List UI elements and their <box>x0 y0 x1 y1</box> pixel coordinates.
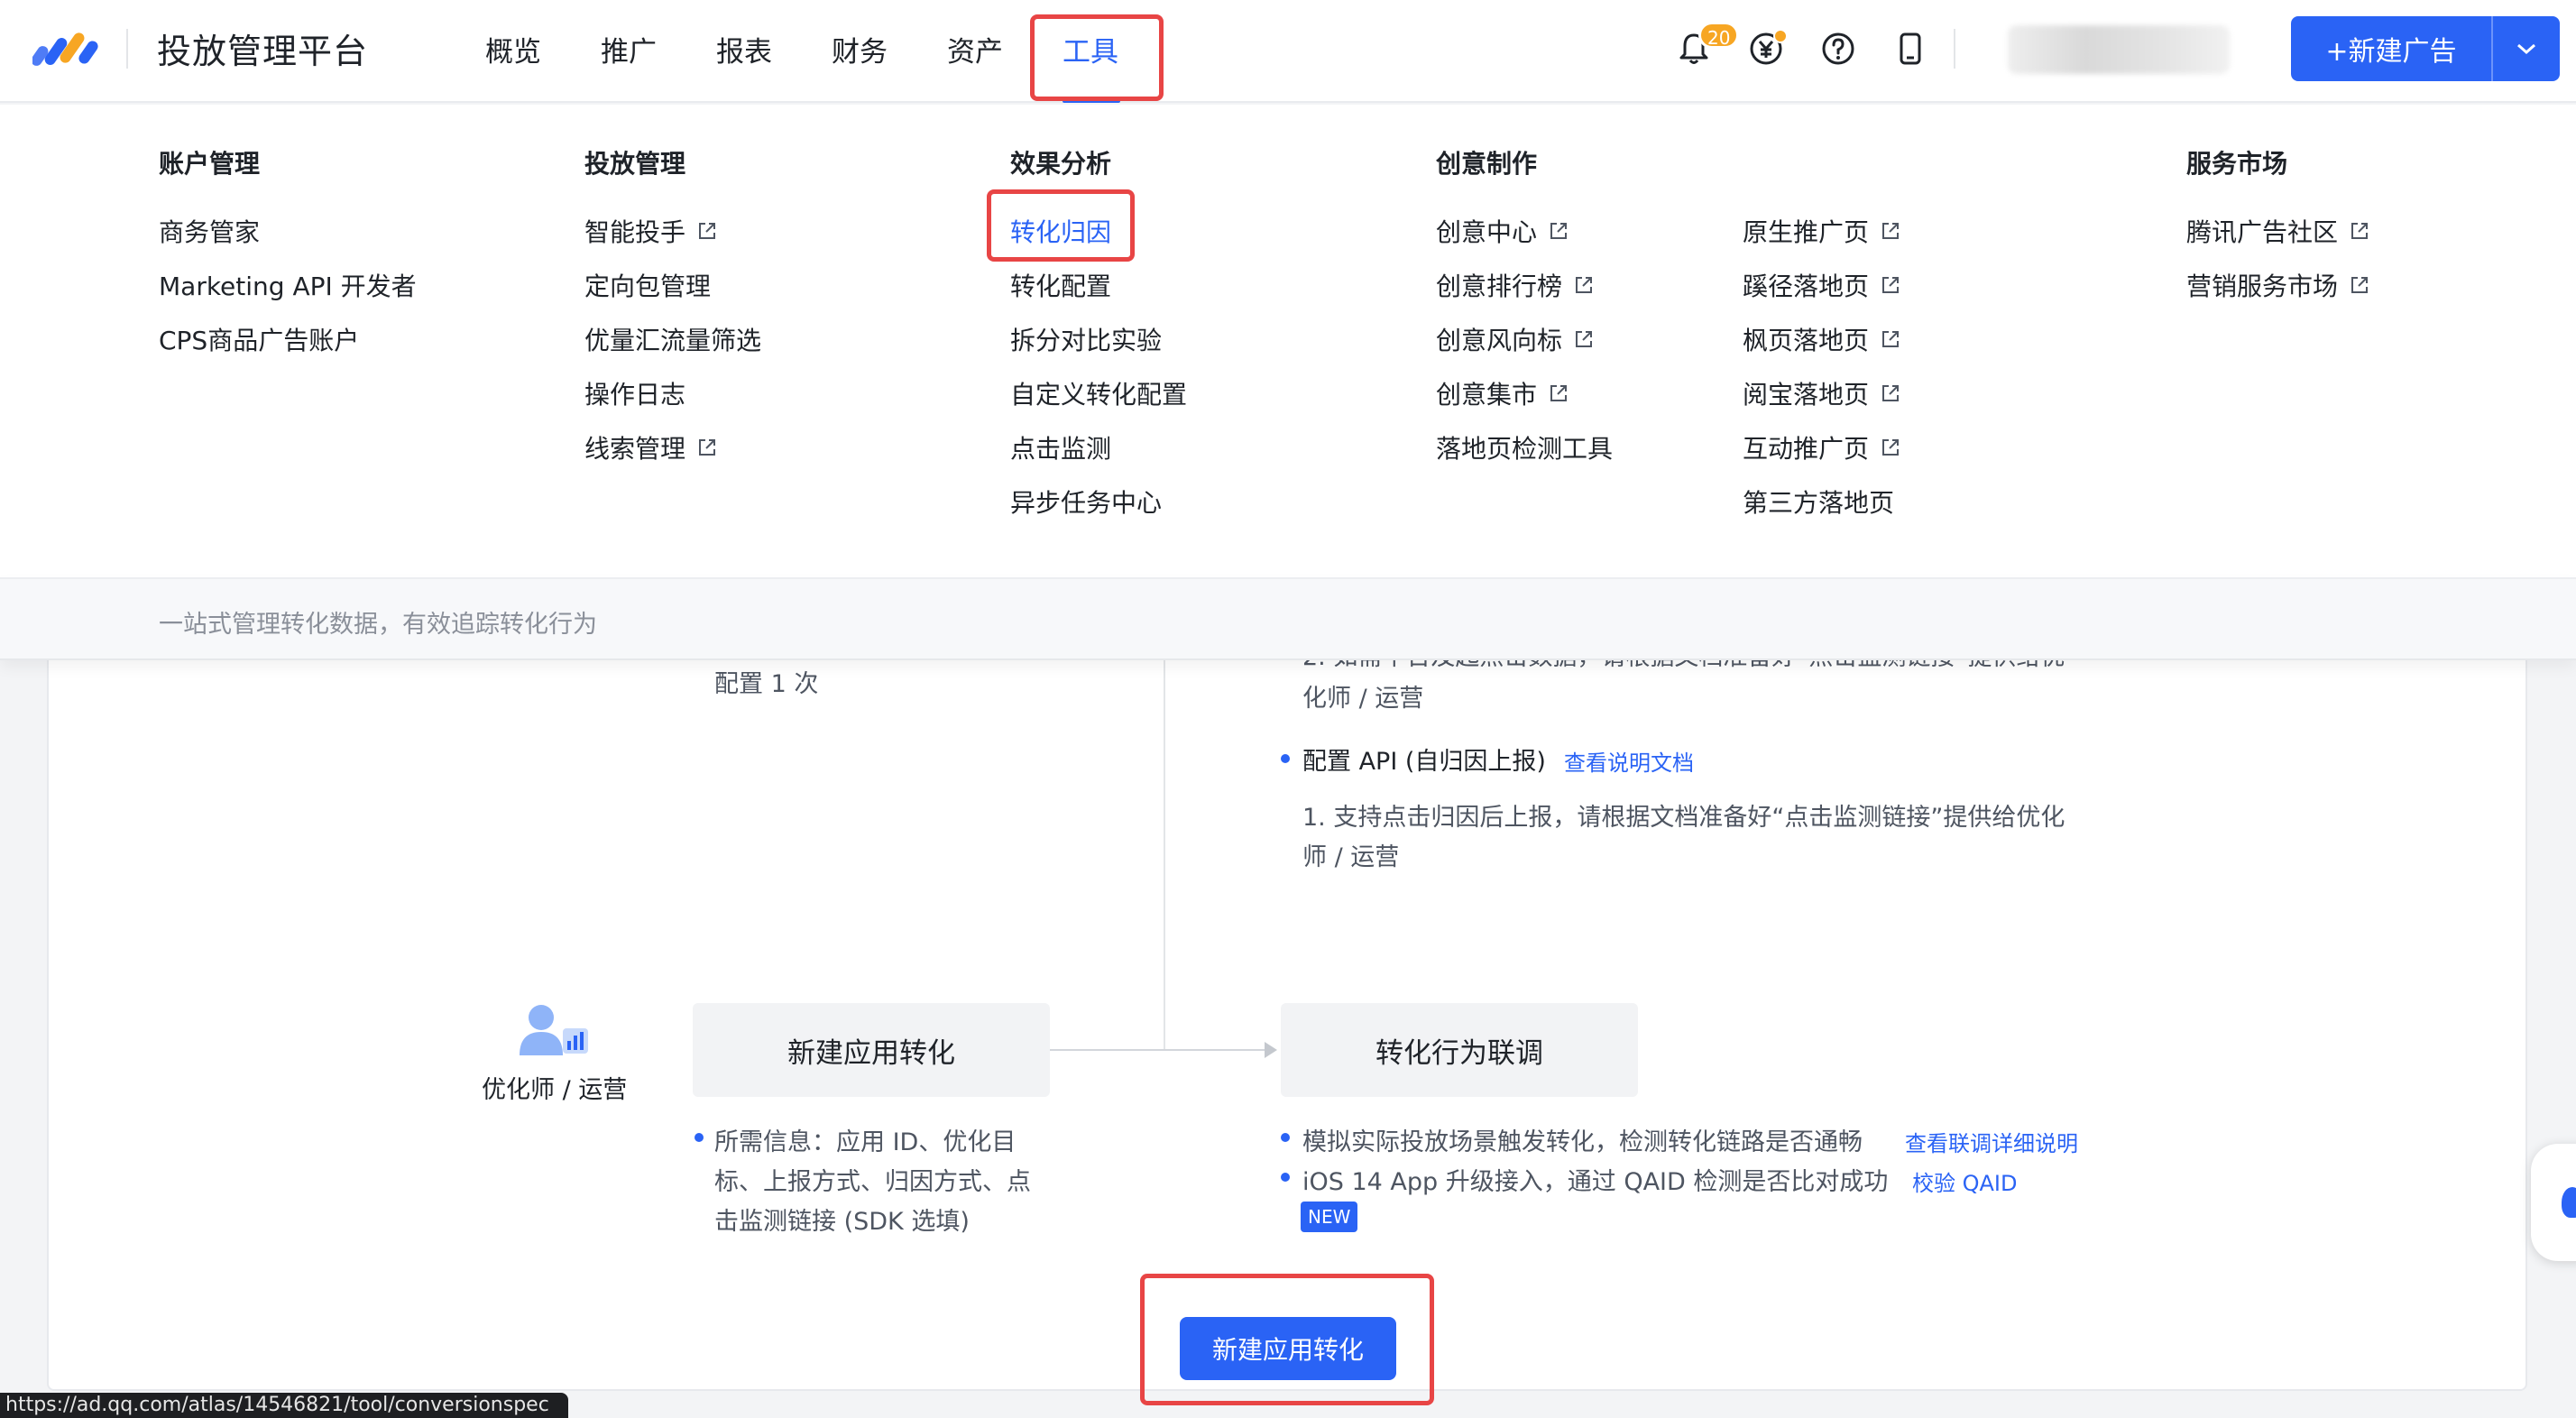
menu-group-account: 账户管理 <box>159 149 261 179</box>
step1-info-line: 击监测链接 (SDK 选填) <box>714 1208 970 1236</box>
external-link-icon <box>1576 331 1593 347</box>
external-link-icon <box>2351 223 2369 239</box>
step2-info-line: iOS 14 App 升级接入，通过 QAID 检测是否比对成功 <box>1302 1168 1889 1196</box>
nav-tools[interactable]: 工具 <box>1063 29 1118 69</box>
menu-group-creative: 创意制作 <box>1436 149 1538 179</box>
nav-promotion[interactable]: 推广 <box>601 29 657 69</box>
help-icon[interactable] <box>1820 31 1856 67</box>
menu-footer: 一站式管理转化数据，有效追踪转化行为 <box>0 577 2576 660</box>
nav-reports[interactable]: 报表 <box>716 29 772 69</box>
optimizer-role-icon <box>520 1005 588 1055</box>
status-bar-url: https://ad.qq.com/atlas/14546821/tool/co… <box>0 1393 568 1418</box>
menu-item-custom-conversion[interactable]: 自定义转化配置 <box>1010 375 1187 411</box>
menu-item-conversion-config[interactable]: 转化配置 <box>1010 267 1111 303</box>
external-link-icon <box>1550 385 1568 401</box>
menu-group-delivery: 投放管理 <box>584 149 686 179</box>
menu-item-fengye-page[interactable]: 枫页落地页 <box>1743 321 1901 357</box>
bullet-dot <box>1281 1133 1290 1142</box>
menu-item-traffic-filter[interactable]: 优量汇流量筛选 <box>584 321 761 357</box>
menu-item-targeting-package[interactable]: 定向包管理 <box>584 267 711 303</box>
step-conversion-debug: 转化行为联调 <box>1281 1003 1638 1097</box>
new-ad-dropdown-toggle[interactable] <box>2493 41 2560 56</box>
coin-alert-dot <box>1773 29 1788 43</box>
menu-footer-description: 一站式管理转化数据，有效追踪转化行为 <box>159 611 597 639</box>
floating-assistant-widget[interactable] <box>2531 1144 2576 1261</box>
api-doc-link[interactable]: 查看说明文档 <box>1564 745 1694 777</box>
bullet-dot <box>1281 754 1290 763</box>
external-link-icon <box>1882 385 1900 401</box>
menu-group-analysis: 效果分析 <box>1010 149 1112 179</box>
menu-item-third-party-page[interactable]: 第三方落地页 <box>1743 483 1894 520</box>
platform-title: 投放管理平台 <box>157 32 369 71</box>
menu-item-landing-page-checker[interactable]: 落地页检测工具 <box>1436 429 1613 465</box>
external-link-icon <box>699 223 716 239</box>
bullet-dot <box>695 1133 704 1142</box>
menu-item-lead-management[interactable]: 线索管理 <box>584 429 718 465</box>
api-description-line: 1. 支持点击归因后上报，请根据文档准备好“点击监测链接”提供给优化 <box>1302 804 2065 832</box>
menu-item-ad-community[interactable]: 腾讯广告社区 <box>2186 213 2370 249</box>
menu-item-service-marketplace[interactable]: 营销服务市场 <box>2186 267 2370 303</box>
menu-item-marketing-api[interactable]: Marketing API 开发者 <box>159 267 417 303</box>
api-config-title: 配置 API (自归因上报) <box>1302 748 1546 776</box>
step-create-app-conversion: 新建应用转化 <box>693 1003 1050 1097</box>
external-link-icon <box>1882 331 1900 347</box>
menu-item-interactive-page[interactable]: 互动推广页 <box>1743 429 1901 465</box>
external-link-icon <box>1882 223 1900 239</box>
menu-group-service-market: 服务市场 <box>2186 149 2288 179</box>
mobile-icon[interactable] <box>1892 31 1928 67</box>
top-header: 投放管理平台 概览 推广 报表 财务 资产 工具 20 +新建广告 <box>0 0 2576 103</box>
verify-qaid-link[interactable]: 校验 QAID <box>1912 1165 2018 1197</box>
chevron-down-icon <box>2517 43 2535 55</box>
create-app-conversion-button[interactable]: 新建应用转化 <box>1180 1317 1396 1380</box>
config-once-text: 配置 1 次 <box>714 670 819 698</box>
menu-item-smart-bidder[interactable]: 智能投手 <box>584 213 718 249</box>
menu-item-creative-center[interactable]: 创意中心 <box>1436 213 1569 249</box>
menu-item-business-manager[interactable]: 商务管家 <box>159 213 260 249</box>
menu-item-ab-test[interactable]: 拆分对比实验 <box>1010 321 1162 357</box>
menu-item-operation-log[interactable]: 操作日志 <box>584 375 685 411</box>
assistant-icon <box>2562 1187 2576 1218</box>
debug-detail-link[interactable]: 查看联调详细说明 <box>1905 1126 2078 1157</box>
flow-arrow-icon <box>1265 1042 1277 1058</box>
header-divider <box>1954 29 1955 69</box>
menu-item-native-page[interactable]: 原生推广页 <box>1743 213 1901 249</box>
partial-description-line: 化师 / 运营 <box>1302 685 1424 713</box>
external-link-icon <box>2351 277 2369 293</box>
menu-item-creative-trends[interactable]: 创意风向标 <box>1436 321 1595 357</box>
new-ad-button[interactable]: +新建广告 <box>2291 16 2560 81</box>
flow-divider-line <box>1164 660 1165 1050</box>
menu-item-click-monitor[interactable]: 点击监测 <box>1010 429 1111 465</box>
role-label: 优化师 / 运营 <box>482 1076 628 1104</box>
new-ad-button-label[interactable]: +新建广告 <box>2291 29 2491 69</box>
menu-item-qijing-page[interactable]: 蹊径落地页 <box>1743 267 1901 303</box>
step1-info-line: 标、上报方式、归因方式、点 <box>714 1168 1031 1196</box>
external-link-icon <box>1882 439 1900 456</box>
notification-count-badge: 20 <box>1698 22 1740 49</box>
new-badge: NEW <box>1301 1202 1358 1232</box>
bullet-dot <box>1281 1173 1290 1182</box>
external-link-icon <box>699 439 716 456</box>
external-link-icon <box>1576 277 1593 293</box>
external-link-icon <box>1550 223 1568 239</box>
menu-item-yuebao-page[interactable]: 阅宝落地页 <box>1743 375 1901 411</box>
external-link-icon <box>1882 277 1900 293</box>
menu-item-creative-market[interactable]: 创意集市 <box>1436 375 1569 411</box>
menu-item-cps-account[interactable]: CPS商品广告账户 <box>159 321 359 357</box>
nav-active-indicator <box>1063 97 1120 103</box>
logo-divider <box>126 29 128 69</box>
nav-overview[interactable]: 概览 <box>485 29 541 69</box>
flow-connector <box>1050 1049 1266 1051</box>
logo-icon <box>32 32 98 66</box>
nav-assets[interactable]: 资产 <box>947 29 1003 69</box>
step2-info-line: 模拟实际投放场景触发转化，检测转化链路是否通畅 <box>1302 1128 1863 1156</box>
menu-item-creative-ranking[interactable]: 创意排行榜 <box>1436 267 1595 303</box>
nav-finance[interactable]: 财务 <box>832 29 888 69</box>
user-account-avatar[interactable] <box>2008 25 2230 74</box>
step1-info-line: 所需信息：应用 ID、优化目 <box>714 1128 1017 1156</box>
api-description-line: 师 / 运营 <box>1302 843 1400 871</box>
menu-item-conversion-attribution[interactable]: 转化归因 <box>1010 213 1111 249</box>
menu-item-async-task-center[interactable]: 异步任务中心 <box>1010 483 1162 520</box>
